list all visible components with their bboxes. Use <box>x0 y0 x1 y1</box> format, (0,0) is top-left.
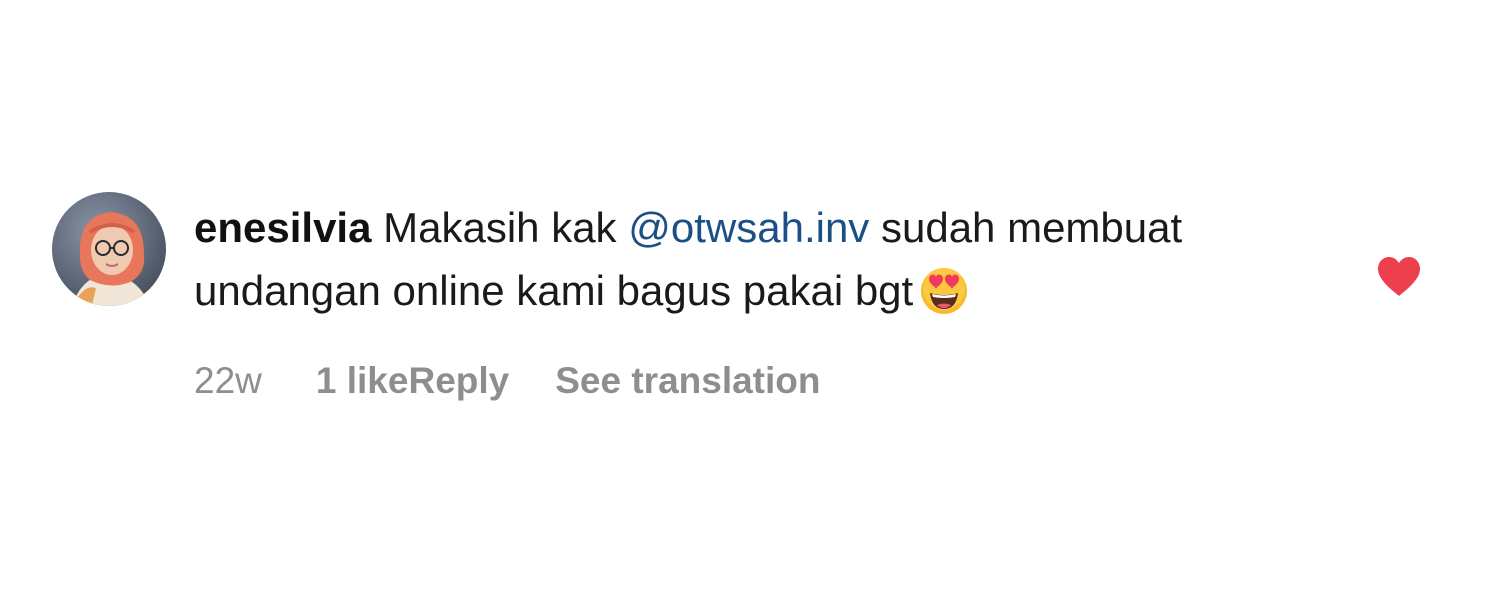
likes-count[interactable]: 1 like <box>316 359 409 403</box>
reply-button[interactable]: Reply <box>408 359 509 403</box>
like-heart-icon[interactable] <box>1376 256 1422 298</box>
see-translation-button[interactable]: See translation <box>555 359 820 403</box>
comment-meta: 22w 1 likeReply See translation <box>194 359 1334 403</box>
avatar-photo <box>52 192 166 306</box>
comment-body: enesilvia Makasih kak @otwsah.inv sudah … <box>194 196 1334 403</box>
mention-link[interactable]: @otwsah.inv <box>628 204 869 251</box>
smiling-face-with-heart-eyes-icon <box>919 265 969 332</box>
comment-text: enesilvia Makasih kak @otwsah.inv sudah … <box>194 196 1334 332</box>
comment: enesilvia Makasih kak @otwsah.inv sudah … <box>52 192 1432 402</box>
avatar[interactable] <box>52 192 166 306</box>
comment-text-part-1: Makasih kak <box>371 204 629 251</box>
username-link[interactable]: enesilvia <box>194 204 371 251</box>
comment-time: 22w <box>194 360 262 401</box>
